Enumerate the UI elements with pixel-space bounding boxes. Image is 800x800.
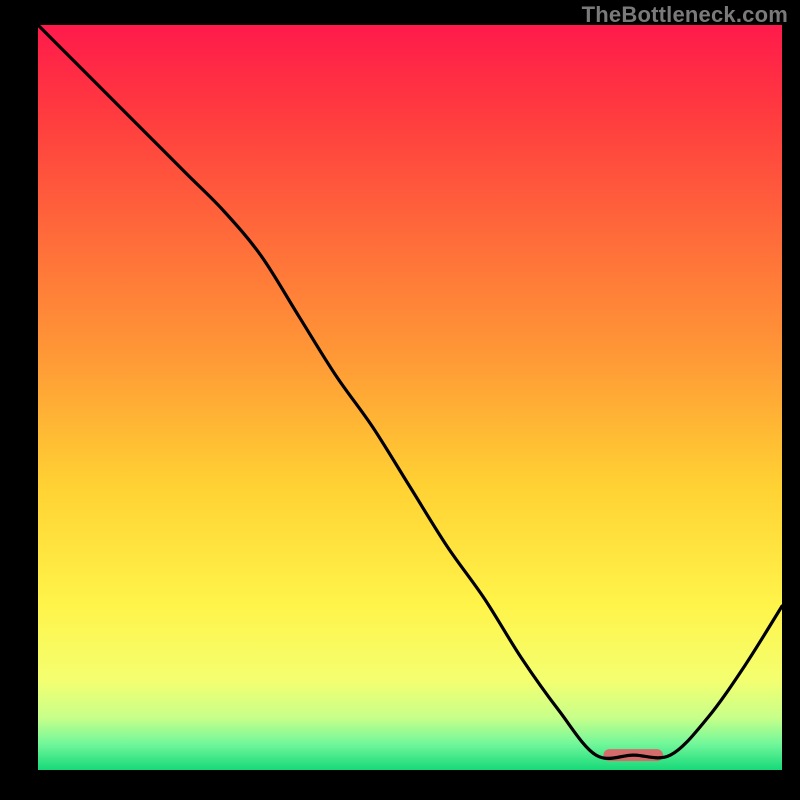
watermark-text: TheBottleneck.com xyxy=(582,2,788,28)
bottleneck-chart xyxy=(0,0,800,800)
chart-frame: TheBottleneck.com xyxy=(0,0,800,800)
